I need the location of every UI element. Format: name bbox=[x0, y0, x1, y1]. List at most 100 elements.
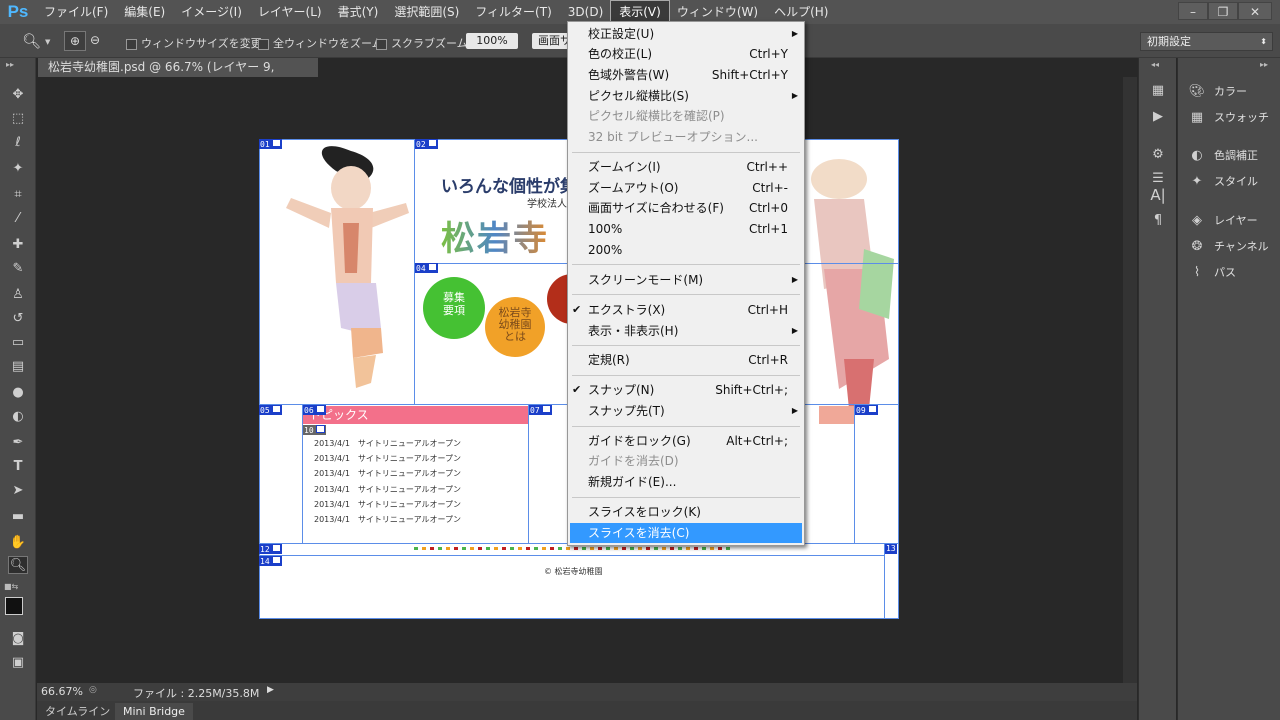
panel-styles[interactable]: ✦ スタイル bbox=[1178, 170, 1280, 194]
move-tool-icon[interactable]: ✥ bbox=[8, 86, 28, 104]
zoom-in-icon[interactable]: ⊕ bbox=[64, 31, 86, 51]
slice-05[interactable] bbox=[259, 404, 303, 544]
fit-screen-button[interactable]: 画面サ bbox=[532, 33, 572, 49]
slice-09[interactable] bbox=[854, 404, 899, 544]
restore-icon[interactable]: ❐ bbox=[1208, 2, 1238, 20]
shape-tool-icon[interactable]: ▬ bbox=[8, 508, 28, 526]
menu-item-pixel-aspect-correction[interactable]: ピクセル縦横比を確認(P) bbox=[568, 106, 804, 126]
paragraph-panel-icon[interactable]: ¶ bbox=[1149, 212, 1167, 230]
slice-13[interactable] bbox=[884, 543, 899, 619]
type-tool-icon[interactable]: T bbox=[8, 458, 28, 476]
tool-preset-dropdown-icon[interactable]: ▼ bbox=[45, 38, 50, 46]
brush-tool-icon[interactable]: ✎ bbox=[8, 260, 28, 278]
scrubby-zoom-checkbox[interactable]: スクラブズーム bbox=[376, 35, 468, 51]
collapse-dock-icon[interactable]: ◂◂ bbox=[1151, 60, 1159, 69]
dodge-tool-icon[interactable]: ◐ bbox=[8, 408, 28, 426]
blur-tool-icon[interactable]: ● bbox=[8, 384, 28, 402]
slice-06[interactable] bbox=[302, 404, 529, 544]
menu-item-fit-screen[interactable]: 画面サイズに合わせる(F) Ctrl+0 bbox=[568, 198, 804, 218]
menu-item-200-percent[interactable]: 200% bbox=[568, 240, 804, 260]
character-panel-icon[interactable]: A| bbox=[1149, 186, 1167, 204]
menu-select[interactable]: 選択範囲(S) bbox=[386, 0, 467, 24]
status-info-icon[interactable]: ◎ bbox=[89, 685, 97, 695]
slice-14[interactable] bbox=[259, 555, 885, 619]
close-icon[interactable]: ✕ bbox=[1238, 2, 1272, 20]
menu-item-clear-slices[interactable]: スライスを消去(C) bbox=[570, 523, 802, 543]
screen-mode-icon[interactable]: ▣ bbox=[8, 654, 28, 672]
expand-panels-icon[interactable]: ▸▸ bbox=[1260, 60, 1268, 69]
zoom-tool-icon[interactable]: 🔍︎ bbox=[22, 32, 41, 50]
healing-brush-tool-icon[interactable]: ✚ bbox=[8, 236, 28, 254]
menu-item-rulers[interactable]: 定規(R) Ctrl+R bbox=[568, 350, 804, 370]
menu-image[interactable]: イメージ(I) bbox=[173, 0, 250, 24]
gradient-tool-icon[interactable]: ▤ bbox=[8, 358, 28, 376]
menu-file[interactable]: ファイル(F) bbox=[36, 0, 116, 24]
actions-panel-icon[interactable]: ▶ bbox=[1149, 108, 1167, 126]
properties-panel-icon[interactable]: ⚙ bbox=[1149, 146, 1167, 164]
menu-item-clear-guides[interactable]: ガイドを消去(D) bbox=[568, 451, 804, 471]
menu-item-zoom-in[interactable]: ズームイン(I) Ctrl++ bbox=[568, 157, 804, 177]
menu-layer[interactable]: レイヤー(L) bbox=[250, 0, 330, 24]
menu-separator bbox=[572, 426, 800, 427]
resize-windows-checkbox[interactable]: ウィンドウサイズを変更 bbox=[126, 35, 262, 51]
panel-color[interactable]: 🎨︎ カラー bbox=[1178, 80, 1280, 104]
status-menu-arrow-icon[interactable]: ▶ bbox=[267, 685, 274, 695]
panel-layers[interactable]: ◈ レイヤー bbox=[1178, 209, 1280, 233]
menu-item-proof-colors[interactable]: 色の校正(L) Ctrl+Y bbox=[568, 44, 804, 64]
tab-mini-bridge[interactable]: Mini Bridge bbox=[115, 703, 193, 720]
history-brush-tool-icon[interactable]: ↺ bbox=[8, 310, 28, 328]
menu-item-snap-to[interactable]: スナップ先(T) ▶ bbox=[568, 401, 804, 421]
lasso-tool-icon[interactable]: ℓ bbox=[8, 134, 28, 152]
menu-item-extras[interactable]: ✔ エクストラ(X) Ctrl+H bbox=[568, 300, 804, 320]
menu-item-screen-mode[interactable]: スクリーンモード(M) ▶ bbox=[568, 270, 804, 290]
menu-item-snap[interactable]: ✔ スナップ(N) Shift+Ctrl+; bbox=[568, 380, 804, 400]
menu-item-32bit-preview[interactable]: 32 bit プレビューオプション... bbox=[568, 127, 804, 147]
menu-item-show[interactable]: 表示・非表示(H) ▶ bbox=[568, 321, 804, 341]
marquee-tool-icon[interactable]: ⬚ bbox=[8, 110, 28, 128]
foreground-color-swatch[interactable] bbox=[5, 597, 23, 615]
slice-label: 07 bbox=[529, 405, 552, 415]
magic-wand-tool-icon[interactable]: ✦ bbox=[8, 160, 28, 178]
zoom-100-button[interactable]: 100% bbox=[466, 33, 518, 49]
path-select-tool-icon[interactable]: ➤ bbox=[8, 482, 28, 500]
workspace-select[interactable]: 初期設定 ⬍ bbox=[1140, 32, 1273, 51]
menu-edit[interactable]: 編集(E) bbox=[116, 0, 173, 24]
menu-item-new-guide[interactable]: 新規ガイド(E)... bbox=[568, 472, 804, 492]
history-panel-icon[interactable]: ▦ bbox=[1149, 82, 1167, 100]
default-colors-icon[interactable]: ■⇆ bbox=[4, 582, 18, 591]
menu-item-pixel-aspect[interactable]: ピクセル縦横比(S) ▶ bbox=[568, 86, 804, 106]
panel-dock-icons: ◂◂ ▦ ▶ ⚙ ☰ A| ¶ bbox=[1138, 58, 1176, 720]
panel-adjustments[interactable]: ◐ 色調補正 bbox=[1178, 144, 1280, 168]
slice-01[interactable] bbox=[259, 139, 415, 405]
collapse-tools-icon[interactable]: ▸▸ bbox=[6, 60, 14, 69]
minimize-icon[interactable]: – bbox=[1178, 2, 1208, 20]
menu-item-zoom-out[interactable]: ズームアウト(O) Ctrl+- bbox=[568, 178, 804, 198]
menu-item-proof-setup[interactable]: 校正設定(U) ▶ bbox=[568, 24, 804, 44]
zoom-level[interactable]: 66.67% bbox=[41, 685, 83, 698]
menu-view[interactable]: 表示(V) bbox=[610, 0, 670, 24]
crop-tool-icon[interactable]: ⌗ bbox=[8, 186, 28, 204]
menu-item-lock-slices[interactable]: スライスをロック(K) bbox=[568, 502, 804, 522]
pen-tool-icon[interactable]: ✒ bbox=[8, 434, 28, 452]
hand-tool-icon[interactable]: ✋ bbox=[8, 534, 28, 552]
tab-timeline[interactable]: タイムライン bbox=[37, 703, 118, 720]
menu-item-100-percent[interactable]: 100% Ctrl+1 bbox=[568, 219, 804, 239]
stamp-tool-icon[interactable]: ♙ bbox=[8, 286, 28, 304]
eraser-tool-icon[interactable]: ▭ bbox=[8, 334, 28, 352]
menu-type[interactable]: 書式(Y) bbox=[330, 0, 387, 24]
zoom-out-icon[interactable]: ⊖ bbox=[90, 33, 100, 47]
document-tab[interactable]: 松岩寺幼稚園.psd @ 66.7% (レイヤー 9, RGB/8#) × bbox=[38, 58, 318, 93]
menu-item-lock-guides[interactable]: ガイドをロック(G) Alt+Ctrl+; bbox=[568, 431, 804, 451]
vertical-scrollbar[interactable] bbox=[1123, 77, 1137, 683]
panel-channels[interactable]: ❂ チャンネル bbox=[1178, 235, 1280, 259]
menu-filter[interactable]: フィルター(T) bbox=[467, 0, 559, 24]
submenu-arrow-icon: ▶ bbox=[791, 275, 798, 284]
quick-mask-icon[interactable]: ◙ bbox=[8, 630, 28, 648]
zoom-tool-panel-icon[interactable]: 🔍︎ bbox=[8, 556, 28, 574]
eyedropper-tool-icon[interactable]: ⁄ bbox=[8, 210, 28, 228]
menu-item-gamut-warning[interactable]: 色域外警告(W) Shift+Ctrl+Y bbox=[568, 65, 804, 85]
panel-paths[interactable]: ⌇ パス bbox=[1178, 261, 1280, 285]
workspace-label: 初期設定 bbox=[1147, 35, 1191, 48]
zoom-all-checkbox[interactable]: 全ウィンドウをズーム bbox=[258, 35, 383, 51]
panel-swatches[interactable]: ▦ スウォッチ bbox=[1178, 106, 1280, 130]
